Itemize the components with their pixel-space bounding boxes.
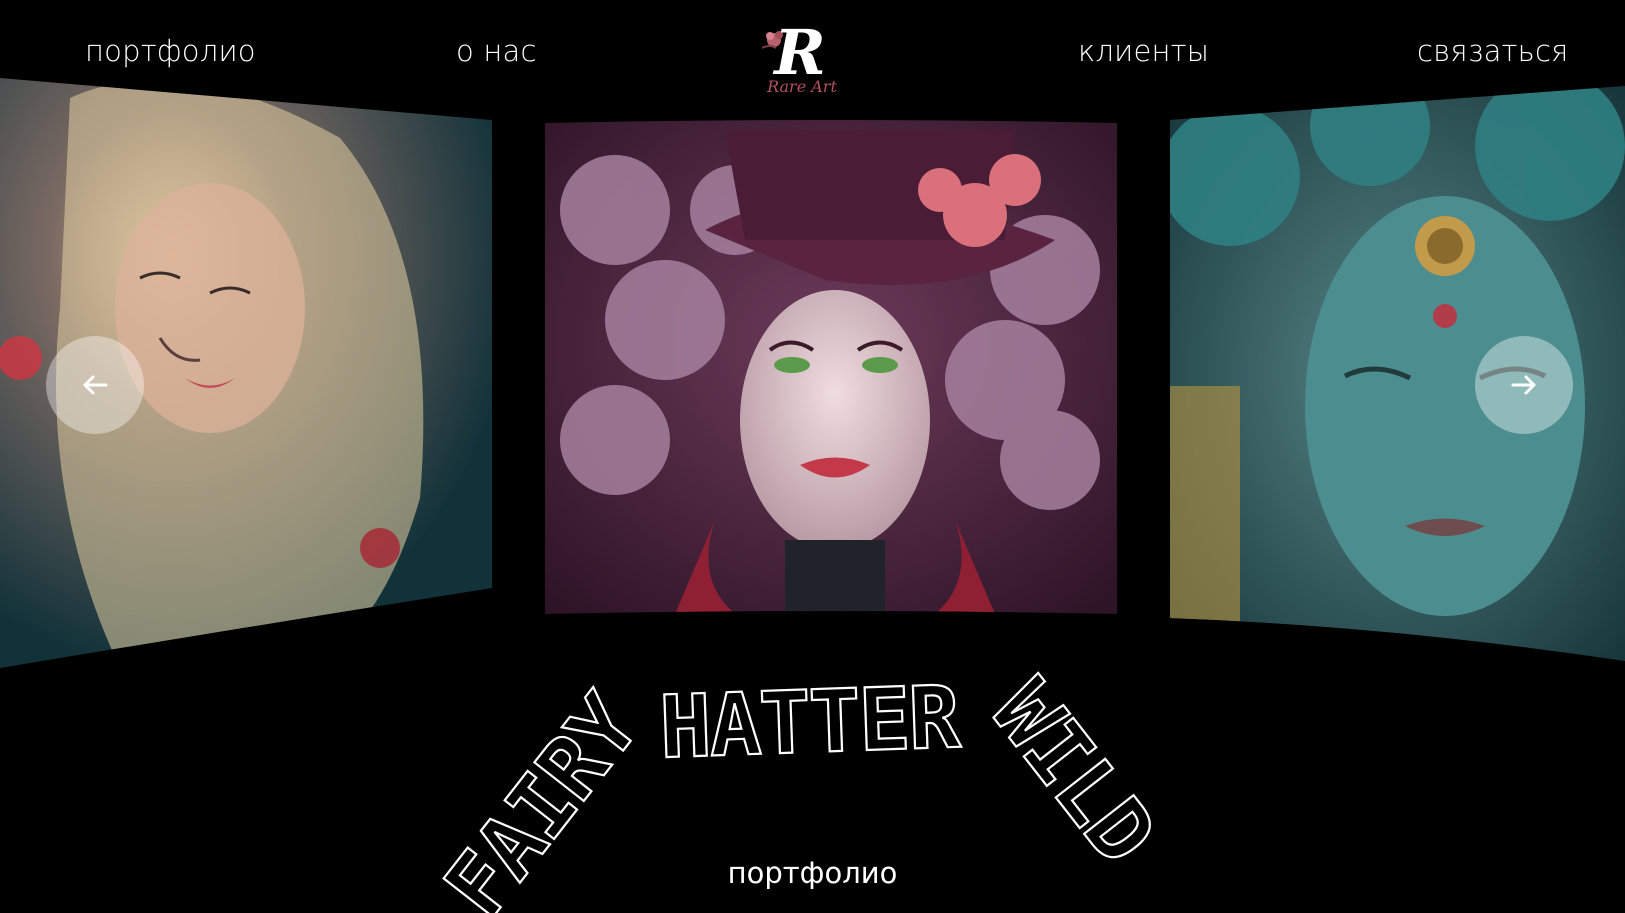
arrow-left-icon: [83, 375, 108, 395]
section-label-portfolio: портфолио: [727, 856, 898, 890]
carousel-next-button[interactable]: [1475, 336, 1573, 434]
arrow-right-icon: [1511, 375, 1536, 395]
site-logo[interactable]: R Rare Art: [752, 16, 848, 96]
carousel-slide-center[interactable]: [545, 120, 1117, 614]
ring-word-hatter[interactable]: HATTER: [657, 667, 963, 780]
nav-portfolio-link[interactable]: портфолио: [85, 34, 256, 68]
ring-word-wild[interactable]: WILD: [971, 662, 1175, 883]
nav-clients-link[interactable]: клиенты: [1078, 34, 1209, 68]
nav-contact-link[interactable]: связаться: [1417, 34, 1568, 68]
logo-wordmark: Rare Art: [766, 77, 837, 96]
carousel-prev-button[interactable]: [46, 336, 144, 434]
nav-about-link[interactable]: о нас: [456, 34, 537, 68]
